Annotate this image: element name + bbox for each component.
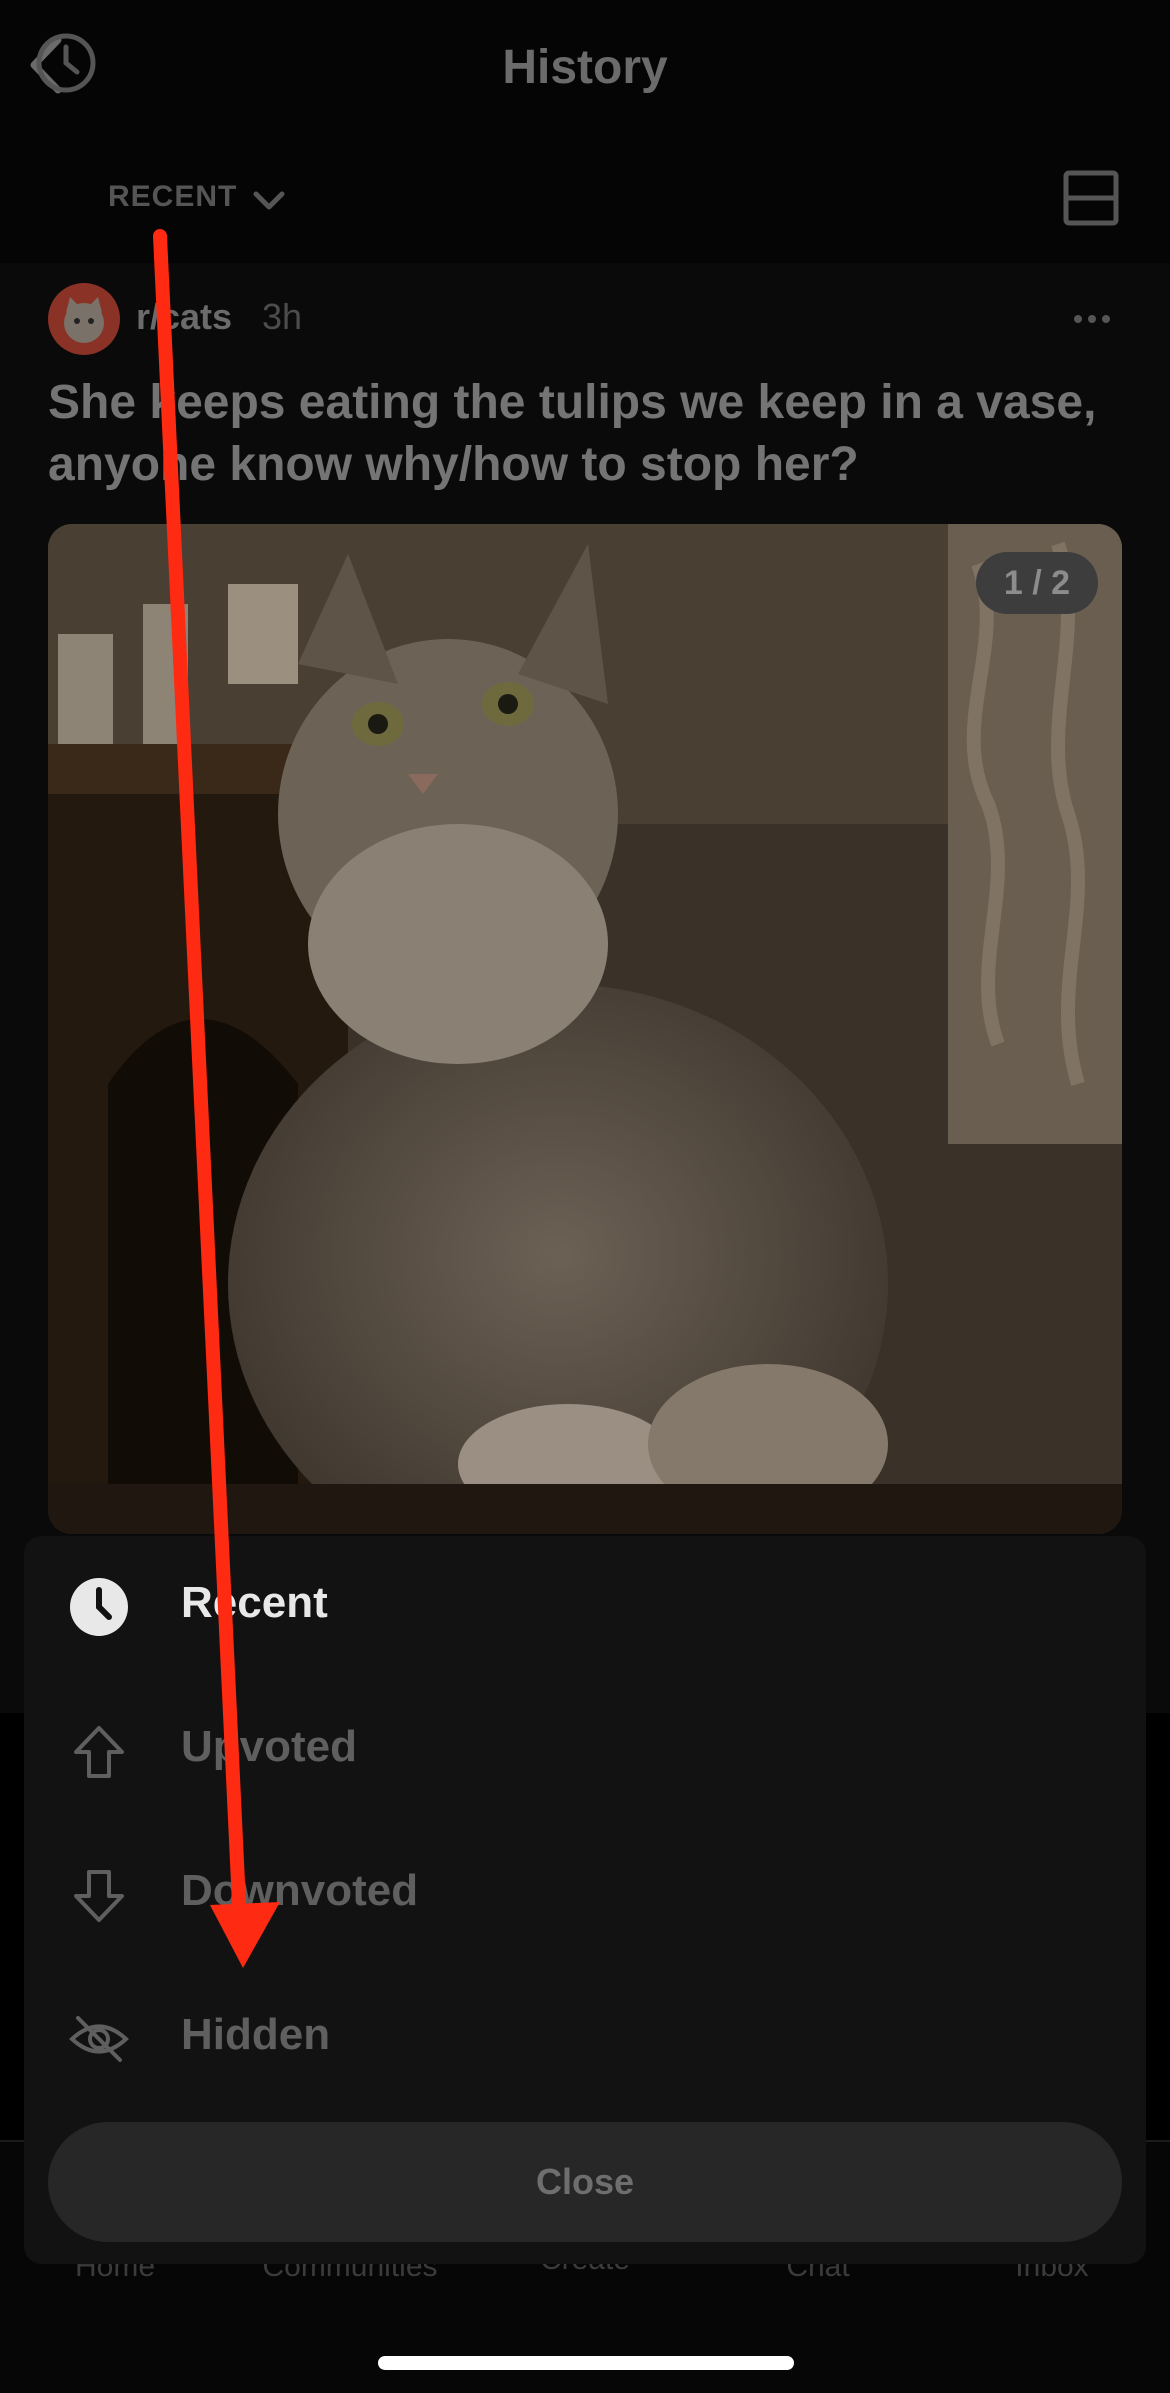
downvote-icon bbox=[74, 1870, 124, 1922]
cat-photo bbox=[48, 524, 1122, 1534]
image-counter-badge: 1 / 2 bbox=[976, 552, 1098, 614]
sort-option-label: Upvoted bbox=[181, 1722, 357, 1771]
sort-option-label: Downvoted bbox=[181, 1866, 419, 1915]
subreddit-avatar[interactable] bbox=[48, 283, 120, 355]
post-title[interactable]: She keeps eating the tulips we keep in a… bbox=[48, 372, 1128, 496]
card-layout-icon[interactable] bbox=[1063, 170, 1119, 226]
sort-label: RECENT bbox=[108, 180, 238, 213]
page-title: History bbox=[502, 41, 668, 94]
sort-option-label: Recent bbox=[181, 1578, 328, 1627]
clock-filled-icon bbox=[70, 1578, 128, 1636]
sort-option-label: Hidden bbox=[181, 2010, 331, 2059]
sort-option-upvoted[interactable]: Upvoted bbox=[24, 1678, 1146, 1820]
upvote-icon bbox=[74, 1726, 124, 1778]
chevron-down-icon bbox=[253, 191, 285, 210]
close-button[interactable]: Close bbox=[48, 2122, 1122, 2242]
more-horizontal-icon[interactable] bbox=[1072, 304, 1112, 334]
post-image[interactable] bbox=[48, 524, 1122, 1534]
eye-off-icon bbox=[69, 2016, 129, 2062]
sort-option-downvoted[interactable]: Downvoted bbox=[24, 1822, 1146, 1964]
home-indicator bbox=[378, 2356, 794, 2370]
clock-icon bbox=[36, 33, 96, 93]
sort-option-hidden[interactable]: Hidden bbox=[24, 1966, 1146, 2108]
sort-option-recent[interactable]: Recent bbox=[24, 1534, 1146, 1676]
post-age: 3h bbox=[262, 296, 303, 337]
subreddit-name[interactable]: r/cats bbox=[136, 296, 232, 338]
